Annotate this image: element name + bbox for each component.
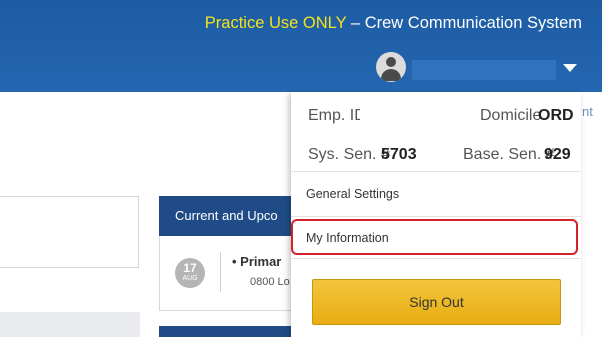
username-redacted[interactable] [412, 60, 556, 80]
left-panel [0, 196, 139, 268]
event-month: AUG [182, 275, 198, 282]
base-sen-value: 929 [544, 146, 571, 163]
menu-divider [291, 258, 581, 259]
system-banner: Practice Use ONLY – Crew Communication S… [205, 14, 582, 33]
banner-separator: – [346, 14, 365, 32]
general-settings-menu-item[interactable]: General Settings [306, 187, 399, 201]
avatar-body [381, 69, 401, 81]
left-panel-band [0, 312, 140, 337]
sys-sen-label: Sys. Sen. # [308, 146, 390, 163]
partial-link-text[interactable]: nt [582, 104, 593, 119]
current-upcoming-card-title: Current and Upco [159, 196, 299, 236]
next-card-header [159, 326, 299, 337]
emp-id-label: Emp. ID [308, 107, 366, 124]
base-sen-label: Base. Sen. # [463, 146, 555, 163]
practice-use-text: Practice Use ONLY [204, 14, 347, 32]
domicile-label: Domicile [480, 107, 542, 124]
chevron-down-icon[interactable] [563, 64, 577, 72]
event-divider [220, 252, 221, 292]
sys-sen-value: 5703 [381, 146, 417, 163]
event-date-badge: 17 AUG [175, 258, 205, 288]
avatar-head [386, 57, 396, 67]
event-title[interactable]: • Primar [232, 254, 281, 269]
emp-id-value-redacted [360, 104, 415, 120]
menu-divider [291, 216, 581, 217]
event-day: 17 [183, 261, 197, 275]
system-name: Crew Communication System [364, 14, 582, 32]
user-avatar-icon[interactable] [376, 52, 406, 82]
sign-out-button[interactable]: Sign Out [312, 279, 561, 325]
domicile-value: ORD [538, 107, 574, 124]
top-header: Practice Use ONLY – Crew Communication S… [0, 0, 602, 92]
my-information-highlight [291, 219, 578, 255]
event-time: 0800 Lo [250, 276, 290, 288]
menu-divider [291, 171, 581, 172]
